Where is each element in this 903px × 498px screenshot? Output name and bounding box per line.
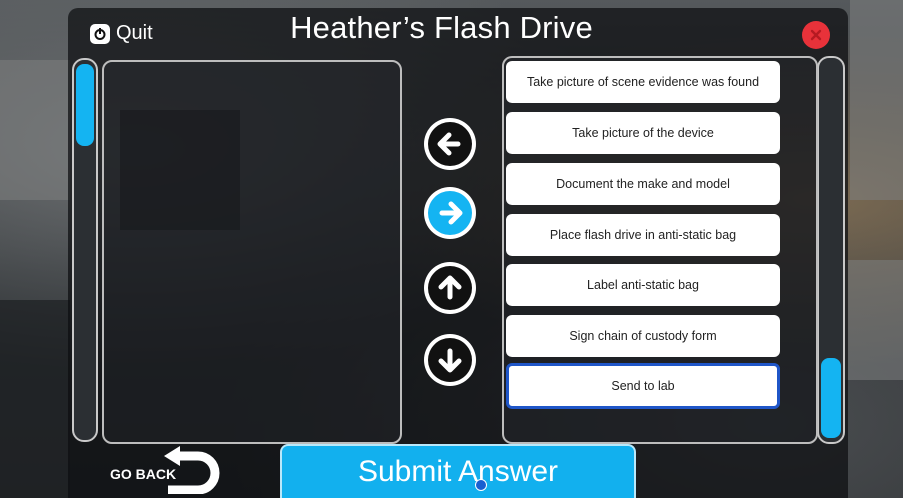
step-label: Place flash drive in anti-static bag — [549, 228, 737, 242]
submit-answer-label: Submit Answer — [357, 455, 559, 488]
move-up-button[interactable] — [424, 262, 476, 314]
move-right-button[interactable] — [424, 187, 476, 239]
right-scrollbar[interactable] — [817, 56, 845, 444]
step-option[interactable]: Take picture of scene evidence was found — [506, 61, 780, 103]
step-option[interactable]: Take picture of the device — [506, 112, 780, 154]
go-back-label: GO BACK — [110, 466, 177, 482]
right-scrollbar-thumb[interactable] — [821, 358, 841, 438]
left-scrollbar-thumb[interactable] — [76, 64, 94, 146]
page-title: Heather’s Flash Drive — [290, 10, 593, 45]
step-option[interactable]: Document the make and model — [506, 163, 780, 205]
step-label: Sign chain of custody form — [569, 329, 717, 343]
arrow-right-icon — [428, 191, 472, 235]
move-down-button[interactable] — [424, 334, 476, 386]
go-back-button[interactable]: GO BACK — [108, 446, 224, 494]
step-option-selected[interactable]: Send to lab — [506, 363, 780, 409]
step-option[interactable]: Sign chain of custody form — [506, 315, 780, 357]
step-label: Take picture of scene evidence was found — [526, 75, 760, 89]
step-label: Label anti-static bag — [587, 278, 699, 292]
arrow-left-icon — [428, 122, 472, 166]
arrow-down-icon — [428, 338, 472, 382]
submit-answer-button[interactable]: Submit Answer — [280, 444, 636, 498]
step-label: Document the make and model — [556, 177, 730, 191]
left-scrollbar[interactable] — [72, 58, 98, 442]
close-icon — [810, 29, 822, 41]
arrow-up-icon — [428, 266, 472, 310]
close-button[interactable] — [802, 21, 830, 49]
pointer-cursor — [475, 479, 487, 491]
step-label: Take picture of the device — [572, 126, 714, 140]
answer-list-box[interactable] — [102, 60, 402, 444]
step-label: Send to lab — [611, 379, 675, 393]
step-option[interactable]: Label anti-static bag — [506, 264, 780, 306]
move-left-button[interactable] — [424, 118, 476, 170]
step-option[interactable]: Place flash drive in anti-static bag — [506, 214, 780, 256]
